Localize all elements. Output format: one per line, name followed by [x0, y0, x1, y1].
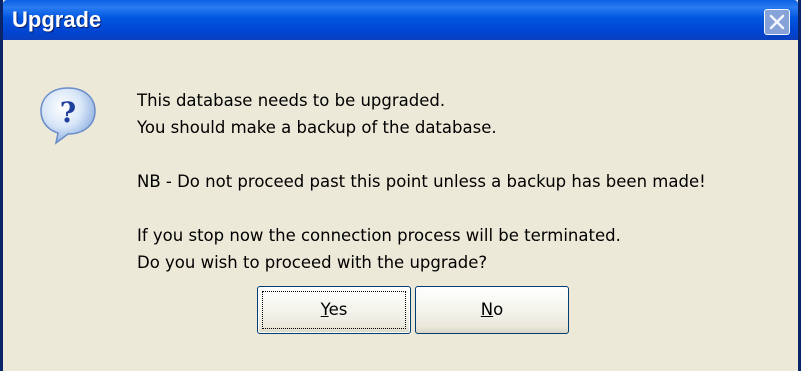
question-line: Do you wish to proceed with the upgrade?	[137, 253, 488, 272]
message-line: You should make a backup of the database…	[137, 118, 497, 137]
close-icon	[769, 14, 785, 30]
svg-text:?: ?	[60, 96, 76, 129]
focus-ring	[262, 291, 406, 329]
window-title: Upgrade	[12, 7, 102, 32]
no-button[interactable]: No	[415, 286, 569, 334]
yes-button[interactable]: Yes	[257, 286, 411, 334]
message-text: This database needs to be upgraded. You …	[137, 87, 787, 276]
message-line: If you stop now the connection process w…	[137, 226, 621, 245]
message-line: This database needs to be upgraded.	[137, 91, 446, 110]
close-button[interactable]	[764, 9, 790, 35]
no-mnemonic: N	[480, 300, 494, 319]
question-icon: ?	[40, 87, 96, 145]
no-button-label: No	[481, 300, 503, 319]
no-label-rest: o	[493, 300, 504, 319]
warning-line: NB - Do not proceed past this point unle…	[137, 172, 706, 191]
title-bar[interactable]: Upgrade	[3, 0, 798, 40]
upgrade-dialog: Upgrade ? This database needs to be upgr…	[0, 0, 801, 371]
